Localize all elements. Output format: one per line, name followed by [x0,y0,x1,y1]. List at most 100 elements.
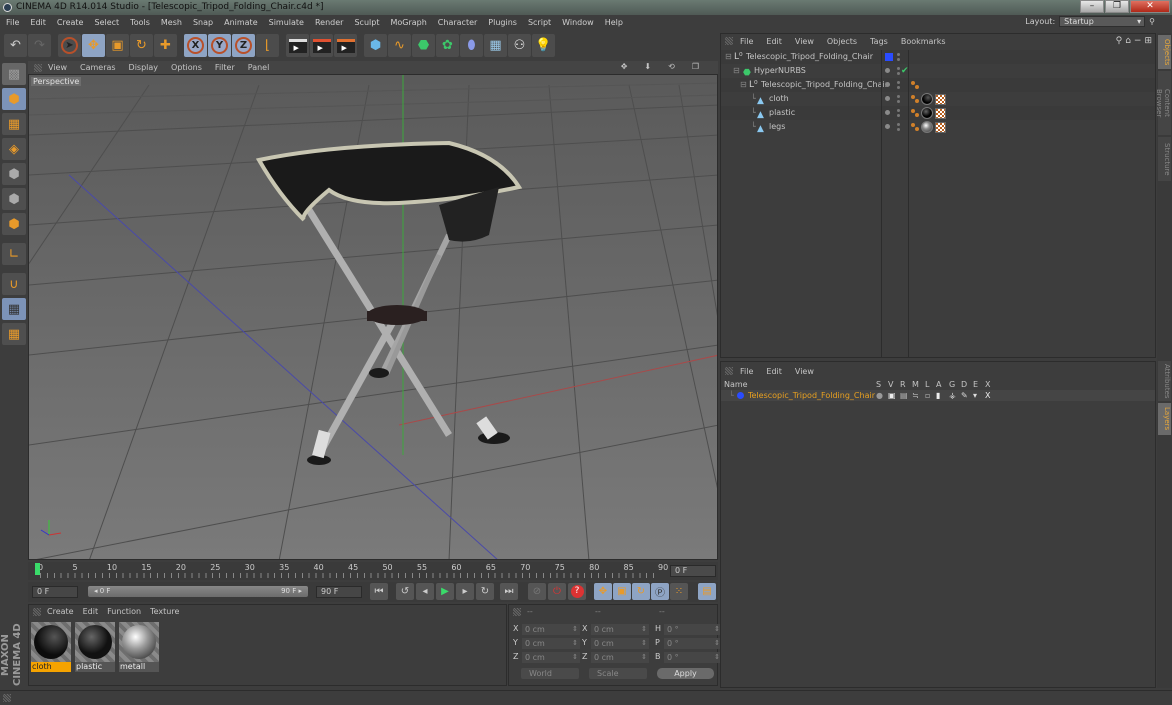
playhead[interactable] [35,563,40,575]
menu-sculpt[interactable]: Sculpt [354,18,379,27]
position-z-field[interactable]: 0 cm [522,652,580,663]
planar-workplane-button[interactable]: ▦ [2,323,26,345]
column-header-view[interactable]: V [888,380,893,389]
xref-toggle-icon[interactable]: X [985,390,990,401]
size-mode-dropdown[interactable]: Scale [589,668,647,679]
objects-menu-edit[interactable]: Edit [766,37,782,46]
phong-tag-icon[interactable] [911,123,919,131]
viewport-menu-filter[interactable]: Filter [215,63,235,72]
menu-plugins[interactable]: Plugins [488,18,517,27]
material-tag-icon[interactable] [921,121,933,133]
menu-snap[interactable]: Snap [193,18,213,27]
enabled-check-icon[interactable]: ✔ [901,64,909,78]
texture-tag-icon[interactable] [935,121,946,133]
search-icon[interactable]: ⚲ [1149,17,1155,26]
material-tag-icon[interactable] [921,107,933,119]
objects-menu-bookmarks[interactable]: Bookmarks [901,37,946,46]
column-header-generators[interactable]: G [949,380,955,389]
record-keys-button[interactable]: ⊘ [528,583,546,600]
camera-button[interactable]: ⚇ [508,34,531,57]
view-toggle-icon[interactable]: ▣ [888,390,896,401]
menu-edit[interactable]: Edit [30,18,46,27]
expressions-toggle-icon[interactable]: ▾ [973,390,977,401]
object-name[interactable]: Telescopic_Tripod_Folding_Chair [761,78,888,92]
phong-tag-icon[interactable] [911,95,919,103]
start-frame-field[interactable]: 0 F [32,586,78,598]
layer-color-swatch[interactable] [737,392,744,399]
menu-file[interactable]: File [6,18,19,27]
coordinate-space-dropdown[interactable]: World [521,668,579,679]
viewport-menu-options[interactable]: Options [171,63,202,72]
autokey-button[interactable]: ⏻ [548,583,566,600]
column-header-expressions[interactable]: E [973,380,978,389]
rotation-h-field[interactable]: 0 ° [664,624,722,635]
array-button[interactable]: ✿ [436,34,459,57]
menu-simulate[interactable]: Simulate [269,18,304,27]
menu-select[interactable]: Select [94,18,119,27]
texture-tag-icon[interactable] [935,93,946,105]
objects-menu-tags[interactable]: Tags [870,37,888,46]
panel-grip[interactable] [34,63,42,72]
axis-x-button[interactable]: X [184,34,207,57]
spline-button[interactable]: ∿ [388,34,411,57]
collapse-toggle[interactable]: ⊟ [733,64,740,78]
go-to-end-button[interactable]: ⏭ [500,583,518,600]
keyframe-selection-button[interactable]: ? [568,583,586,600]
next-frame-button[interactable]: ▸ [456,583,474,600]
menu-mesh[interactable]: Mesh [161,18,182,27]
dolly-icon[interactable]: ⬇ [644,62,651,71]
menu-help[interactable]: Help [605,18,623,27]
column-header-manager[interactable]: M [912,380,919,389]
viewport-menu-panel[interactable]: Panel [248,63,270,72]
live-selection-button[interactable]: ➤ [58,34,81,57]
tab-content-browser[interactable]: Content Browser [1155,71,1171,135]
lock-toggle-icon[interactable]: ▫ [925,390,930,401]
go-to-start-button[interactable]: ⏮ [370,583,388,600]
toggle-view-icon[interactable]: ❐ [692,62,699,71]
material-menu-function[interactable]: Function [107,607,141,616]
parameter-key-button[interactable]: Ⓟ [651,583,669,600]
panel-grip[interactable] [725,37,733,45]
redo-button[interactable]: ↷ [28,34,51,57]
edges-mode-button[interactable]: ⬢ [2,188,26,210]
object-name[interactable]: legs [769,120,785,134]
layer-row[interactable]: └ Telescopic_Tripod_Folding_Chair ● ▣ ▤ … [721,390,1155,401]
workplane-mode-button[interactable]: ◈ [2,138,26,160]
object-row[interactable]: ⊟ L⁰ Telescopic_Tripod_Folding_Chair [721,50,1155,64]
material-plastic[interactable]: plastic [75,622,115,672]
menu-script[interactable]: Script [528,18,551,27]
timeline-window-button[interactable]: ▤ [698,583,716,600]
orbit-icon[interactable]: ⟲ [668,62,675,71]
panel-grip[interactable] [3,694,11,702]
collapse-toggle[interactable]: ⊟ [740,78,747,92]
menu-window[interactable]: Window [562,18,594,27]
object-row[interactable]: └ ▲ legs [721,120,1155,134]
undo-button[interactable]: ↶ [4,34,27,57]
tab-objects[interactable]: Objects [1158,35,1171,69]
new-window-icon[interactable]: ⊞ [1144,36,1152,46]
model-mode-button[interactable]: ⬢ [2,88,26,110]
position-key-button[interactable]: ✥ [594,583,612,600]
polygons-mode-button[interactable]: ⬢ [2,213,26,235]
tab-attributes[interactable]: Attributes [1158,361,1171,401]
scale-key-button[interactable]: ▣ [613,583,631,600]
size-x-field[interactable]: 0 cm [591,624,649,635]
rotation-b-field[interactable]: 0 ° [664,652,722,663]
phong-tag-icon[interactable] [911,109,919,117]
viewport-menu-view[interactable]: View [48,63,67,72]
move-tool-button[interactable]: ✥ [82,34,105,57]
panel-grip[interactable] [725,367,733,375]
object-name[interactable]: Telescopic_Tripod_Folding_Chair [746,50,873,64]
render-toggle-icon[interactable]: ▤ [900,390,908,401]
home-icon[interactable]: ⌂ [1125,36,1131,46]
axis-z-button[interactable]: Z [232,34,255,57]
menu-render[interactable]: Render [315,18,343,27]
panel-grip[interactable] [33,607,41,616]
light-button[interactable]: 💡 [532,34,555,57]
menu-mograph[interactable]: MoGraph [390,18,426,27]
material-menu-create[interactable]: Create [47,607,74,616]
previous-frame-button[interactable]: ◂ [416,583,434,600]
material-metall[interactable]: metall [119,622,159,672]
next-key-button[interactable]: ↻ [476,583,494,600]
points-mode-button[interactable]: ⬢ [2,163,26,185]
